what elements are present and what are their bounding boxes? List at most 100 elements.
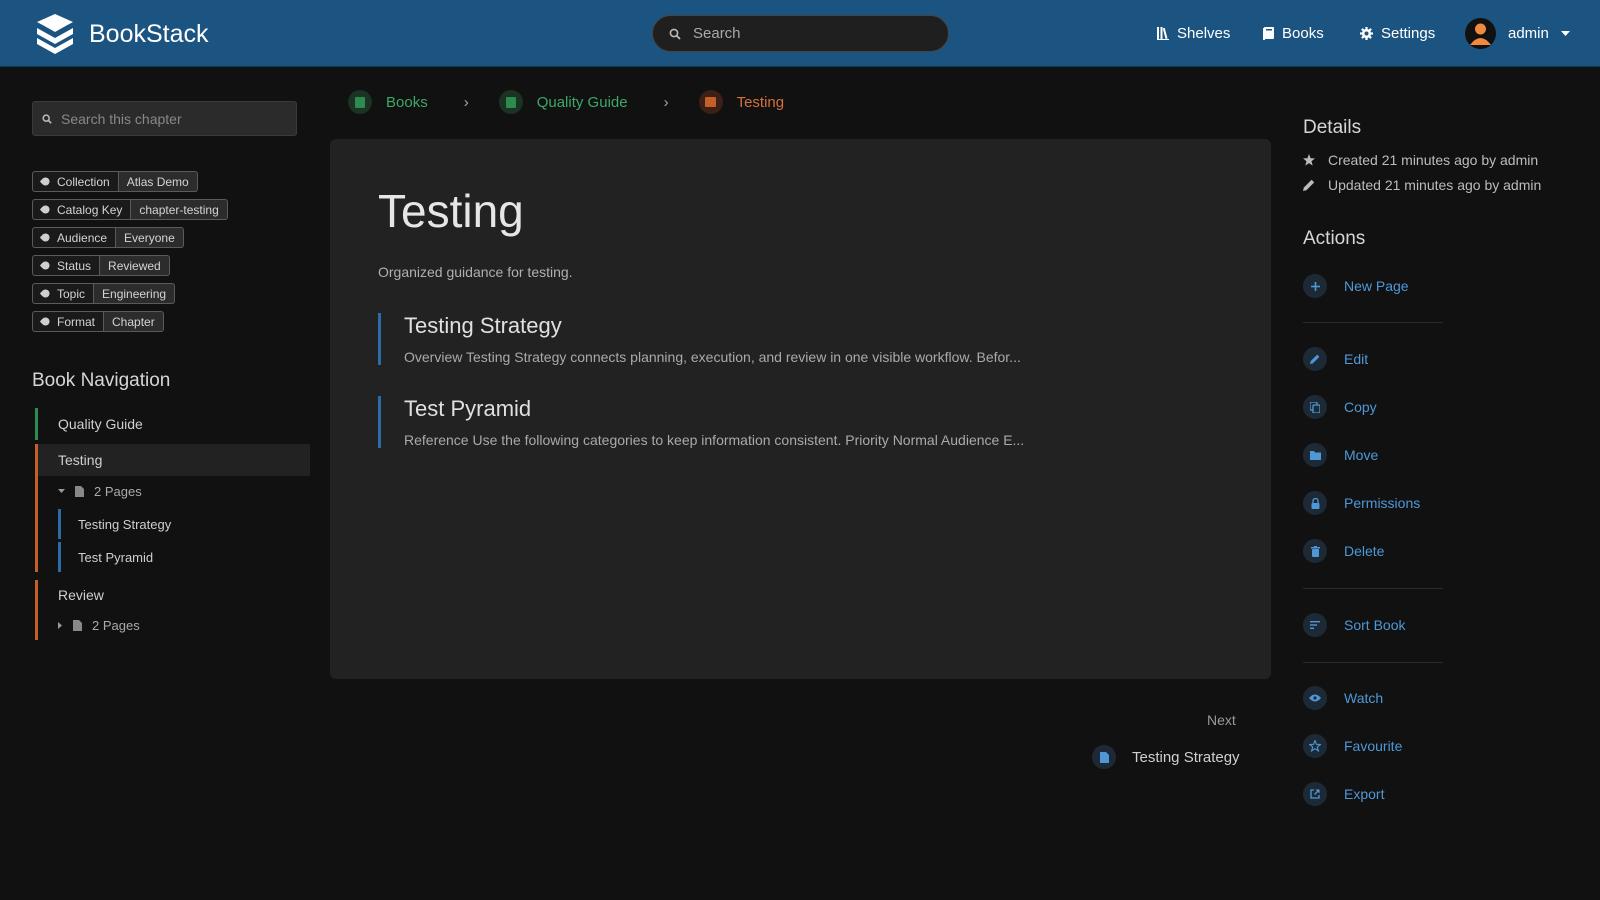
tag-value[interactable]: Atlas Demo: [118, 171, 198, 192]
tag-name-text: Collection: [57, 174, 110, 189]
breadcrumb-books[interactable]: Books: [386, 94, 428, 111]
watch-button[interactable]: Watch: [1303, 686, 1383, 710]
next-page-link[interactable]: Testing Strategy: [1092, 745, 1240, 769]
page-entry[interactable]: Testing Strategy Overview Testing Strate…: [378, 313, 1228, 365]
trash-icon: [1303, 539, 1327, 563]
tag-value[interactable]: Chapter: [104, 311, 164, 332]
tag-name[interactable]: Status: [32, 255, 101, 276]
tag-icon: [39, 203, 52, 216]
shelves-icon: [1157, 27, 1169, 40]
tag-name[interactable]: Collection: [32, 171, 119, 192]
user-name: admin: [1508, 25, 1549, 42]
tag-icon: [39, 315, 52, 328]
user-menu[interactable]: admin: [1465, 0, 1570, 67]
tag-name[interactable]: Audience: [32, 227, 117, 248]
tag-value[interactable]: chapter-testing: [131, 199, 228, 220]
sort-book-button[interactable]: Sort Book: [1303, 613, 1405, 637]
export-icon: [1303, 782, 1327, 806]
export-button[interactable]: Export: [1303, 782, 1384, 806]
app-logo[interactable]: BookStack: [33, 14, 209, 54]
actions-title: Actions: [1303, 228, 1366, 249]
page-icon: [1092, 745, 1116, 769]
caret-down-icon: [1560, 30, 1570, 36]
edit-button[interactable]: Edit: [1303, 347, 1368, 371]
delete-button[interactable]: Delete: [1303, 539, 1384, 563]
tag-value[interactable]: Reviewed: [100, 255, 170, 276]
tag-icon: [39, 287, 52, 300]
book-nav-chapter-other[interactable]: Review: [38, 580, 310, 610]
book-navigation-title: Book Navigation: [32, 370, 171, 391]
tag-name-text: Catalog Key: [57, 202, 123, 217]
book-navigation: Quality Guide Testing 2 Pages Testing St…: [35, 408, 310, 640]
actions-divider: [1303, 662, 1443, 663]
caret-right-icon: [58, 621, 62, 629]
new-page-button[interactable]: New Page: [1303, 274, 1409, 298]
nav-settings-label: Settings: [1381, 25, 1436, 42]
new-page-label: New Page: [1344, 278, 1409, 294]
created-text: Created 21 minutes ago by admin: [1328, 152, 1539, 168]
books-icon: [348, 90, 372, 114]
book-nav-book[interactable]: Quality Guide: [35, 408, 310, 440]
next-label: Next: [1207, 712, 1236, 728]
export-label: Export: [1344, 786, 1385, 802]
search-icon: [669, 28, 681, 40]
nav-settings[interactable]: Settings: [1360, 0, 1435, 67]
book-nav-chapter-current[interactable]: Testing: [35, 444, 310, 476]
chevron-right-icon: ›: [663, 93, 669, 111]
pencil-icon: [1303, 179, 1315, 191]
tag-name[interactable]: Format: [32, 311, 105, 332]
page-entry-preview: Overview Testing Strategy connects plann…: [404, 349, 1021, 365]
tag-value[interactable]: Everyone: [116, 227, 184, 248]
app-name: BookStack: [89, 19, 209, 48]
page-entry-title[interactable]: Test Pyramid: [404, 396, 1228, 422]
tag-item: Topic Engineering: [32, 283, 228, 304]
favourite-button[interactable]: Favourite: [1303, 734, 1402, 758]
page-entry-preview: Reference Use the following categories t…: [404, 432, 1025, 448]
book-nav-chapter-contents: 2 Pages Testing Strategy Test Pyramid: [35, 476, 310, 572]
details-title: Details: [1303, 117, 1362, 138]
tag-name-text: Status: [57, 258, 92, 273]
updated-text: Updated 21 minutes ago by admin: [1328, 177, 1542, 193]
eye-icon: [1303, 686, 1327, 710]
top-header: BookStack Search Shelves Books Settings …: [0, 0, 1600, 67]
plus-icon: [1303, 274, 1327, 298]
global-search-placeholder: Search: [693, 25, 741, 42]
copy-button[interactable]: Copy: [1303, 395, 1377, 419]
actions-divider: [1303, 588, 1443, 589]
page-entry-title[interactable]: Testing Strategy: [404, 313, 1228, 339]
actions-divider: [1303, 322, 1443, 323]
nav-books[interactable]: Books: [1263, 0, 1324, 67]
chapter-search-placeholder: Search this chapter: [61, 110, 182, 127]
page-entry[interactable]: Test Pyramid Reference Use the following…: [378, 396, 1228, 448]
page-icon: [75, 485, 84, 497]
chapter-icon: [698, 90, 723, 114]
pages-count: 2 Pages: [94, 483, 142, 499]
breadcrumb-book[interactable]: Quality Guide: [537, 94, 628, 111]
nav-shelves-label: Shelves: [1177, 25, 1231, 42]
global-search-input[interactable]: Search: [652, 15, 949, 52]
tag-icon: [39, 175, 52, 188]
breadcrumb-chapter[interactable]: Testing: [737, 94, 785, 111]
nav-shelves[interactable]: Shelves: [1157, 0, 1230, 67]
book-nav-chapter-other-group: Review 2 Pages: [35, 580, 310, 640]
next-page-title: Testing Strategy: [1132, 748, 1240, 766]
edit-label: Edit: [1344, 351, 1369, 367]
tag-name-text: Topic: [57, 286, 86, 301]
book-nav-page[interactable]: Testing Strategy: [58, 509, 310, 539]
tag-name[interactable]: Catalog Key: [32, 199, 132, 220]
tag-item: Format Chapter: [32, 311, 228, 332]
tag-name[interactable]: Topic: [32, 283, 95, 304]
tag-list: Collection Atlas Demo Catalog Key chapte…: [32, 171, 228, 339]
book-nav-page[interactable]: Test Pyramid: [58, 542, 310, 572]
folder-icon: [1303, 443, 1327, 467]
move-button[interactable]: Move: [1303, 443, 1378, 467]
pages-toggle[interactable]: 2 Pages: [38, 610, 310, 640]
pages-toggle[interactable]: 2 Pages: [38, 476, 310, 506]
tag-value[interactable]: Engineering: [94, 283, 176, 304]
permissions-button[interactable]: Permissions: [1303, 491, 1420, 515]
copy-label: Copy: [1344, 399, 1377, 415]
chapter-search-input[interactable]: Search this chapter: [32, 101, 297, 136]
move-label: Move: [1344, 447, 1379, 463]
star-icon: [1303, 154, 1315, 166]
watch-label: Watch: [1344, 690, 1384, 706]
